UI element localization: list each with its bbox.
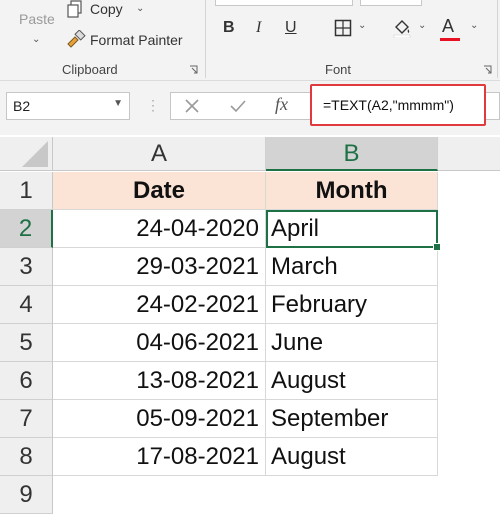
bold-button[interactable]: B <box>223 19 235 37</box>
row-header-8[interactable]: 8 <box>0 438 53 476</box>
cell-a1[interactable]: Date <box>53 172 266 210</box>
name-box-value: B2 <box>13 98 31 114</box>
formula-text-highlight[interactable]: =TEXT(A2,"mmmm") <box>310 84 486 126</box>
cell-a8[interactable]: 17-08-2021 <box>53 438 266 476</box>
chevron-down-icon[interactable]: ⌄ <box>136 3 144 14</box>
borders-icon <box>334 19 352 37</box>
column-header-a[interactable]: A <box>53 137 266 171</box>
cancel-icon[interactable] <box>184 98 200 114</box>
group-divider <box>497 0 498 78</box>
chevron-down-icon[interactable]: ▼ <box>113 98 123 109</box>
cell-b8[interactable]: August <box>266 438 438 476</box>
font-name-dropdown[interactable] <box>215 0 353 6</box>
paste-label: Paste <box>19 11 55 27</box>
column-header-c[interactable] <box>438 137 500 171</box>
selection-outline <box>266 210 438 248</box>
row-header-3[interactable]: 3 <box>0 248 53 286</box>
cell-b4[interactable]: February <box>266 286 438 324</box>
column-header-b[interactable]: B <box>266 137 438 171</box>
chevron-down-icon[interactable]: ⌄ <box>470 20 478 31</box>
row-header-7[interactable]: 7 <box>0 400 53 438</box>
row-header-5[interactable]: 5 <box>0 324 53 362</box>
row-header-1[interactable]: 1 <box>0 172 53 210</box>
font-size-dropdown[interactable] <box>360 0 422 6</box>
cell-a9[interactable] <box>53 476 266 514</box>
cell-b3[interactable]: March <box>266 248 438 286</box>
cell-a7[interactable]: 05-09-2021 <box>53 400 266 438</box>
cell-a4[interactable]: 24-02-2021 <box>53 286 266 324</box>
cell-b6[interactable]: August <box>266 362 438 400</box>
drag-handle-icon[interactable]: ⋮ <box>146 97 160 114</box>
paste-button[interactable]: Paste ⌄ <box>14 0 58 55</box>
cell-a5[interactable]: 04-06-2021 <box>53 324 266 362</box>
paint-bucket-icon <box>393 20 411 38</box>
chevron-down-icon[interactable]: ⌄ <box>358 20 366 31</box>
format-painter-button[interactable]: Format Painter <box>64 28 194 52</box>
fill-handle[interactable] <box>433 243 441 251</box>
dialog-launcher-icon[interactable] <box>483 65 492 74</box>
cell-a2[interactable]: 24-04-2020 <box>53 210 266 248</box>
cell-b5[interactable]: June <box>266 324 438 362</box>
chevron-down-icon[interactable]: ⌄ <box>418 20 426 31</box>
chevron-down-icon[interactable]: ⌄ <box>32 34 40 45</box>
font-color-button[interactable]: A ⌄ <box>440 14 480 42</box>
row-header-9[interactable]: 9 <box>0 476 53 514</box>
cell-b7[interactable]: September <box>266 400 438 438</box>
ribbon: Paste ⌄ Copy ⌄ Format Painter Clipboard … <box>0 0 500 80</box>
borders-button[interactable]: ⌄ <box>334 18 374 40</box>
row-header-6[interactable]: 6 <box>0 362 53 400</box>
font-group-label: Font <box>325 62 352 77</box>
font-color-swatch <box>440 38 460 41</box>
fill-color-button[interactable]: ⌄ <box>392 18 432 42</box>
cell-a3[interactable]: 29-03-2021 <box>53 248 266 286</box>
group-divider <box>205 0 206 78</box>
dialog-launcher-icon[interactable] <box>189 65 198 74</box>
copy-button[interactable]: Copy ⌄ <box>64 0 154 22</box>
cell-b1[interactable]: Month <box>266 172 438 210</box>
clipboard-group-label: Clipboard <box>62 62 118 77</box>
brush-icon <box>67 30 86 48</box>
font-color-label: A <box>442 16 455 36</box>
select-all-button[interactable] <box>0 137 53 171</box>
enter-icon[interactable] <box>229 98 247 114</box>
copy-icon <box>67 0 82 18</box>
cell-a6[interactable]: 13-08-2021 <box>53 362 266 400</box>
copy-label: Copy <box>90 1 123 17</box>
underline-button[interactable]: U <box>285 19 297 37</box>
row-header-4[interactable]: 4 <box>0 286 53 324</box>
select-all-triangle-icon <box>22 141 48 167</box>
format-painter-label: Format Painter <box>90 32 183 48</box>
formula-text: =TEXT(A2,"mmmm") <box>323 97 454 113</box>
insert-function-button[interactable]: fx <box>275 94 288 115</box>
name-box[interactable]: B2 ▼ <box>6 92 130 120</box>
row-header-2[interactable]: 2 <box>0 210 53 248</box>
italic-button[interactable]: I <box>256 19 261 37</box>
